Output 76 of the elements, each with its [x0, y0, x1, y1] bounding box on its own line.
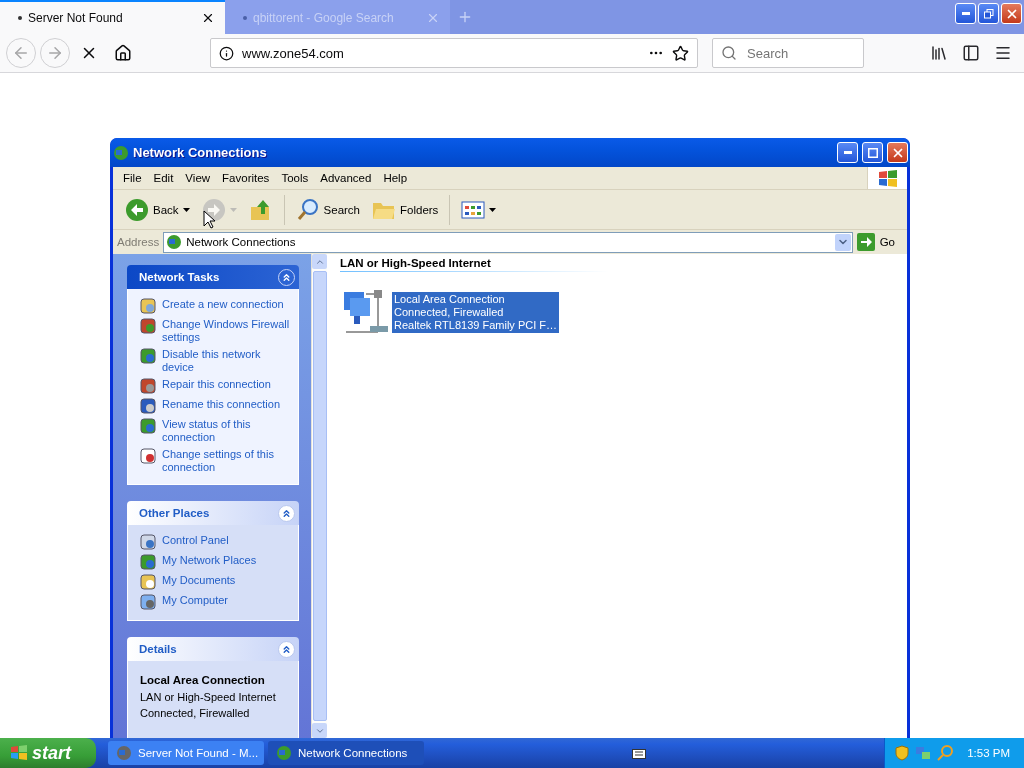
- url-field[interactable]: www.zone54.com: [210, 38, 698, 68]
- search-icon: [295, 197, 320, 222]
- address-label: Address: [117, 236, 160, 248]
- browser-tab[interactable]: Server Not Found: [0, 0, 225, 34]
- views-icon: [461, 200, 486, 219]
- task-link[interactable]: View status of this connection: [162, 418, 292, 444]
- minimize-button[interactable]: [837, 142, 858, 163]
- taskbar-button[interactable]: Server Not Found - M...: [108, 741, 264, 765]
- close-button[interactable]: [887, 142, 908, 163]
- panel-header[interactable]: Other Places: [127, 501, 299, 525]
- home-icon: [114, 44, 132, 62]
- menu-item[interactable]: Favorites: [216, 172, 276, 184]
- window-title: Network Connections: [133, 145, 268, 160]
- menu-item[interactable]: Help: [377, 172, 414, 184]
- maximize-button[interactable]: [862, 142, 883, 163]
- connection-item[interactable]: Local Area Connection Connected, Firewalled Realtek RTL8139 Family PCI F…: [392, 291, 560, 333]
- task-link[interactable]: Repair this connection: [162, 378, 271, 391]
- clock: 1:53 PM: [967, 747, 1010, 759]
- minimize-icon: [843, 151, 852, 154]
- close-button[interactable]: [1001, 3, 1022, 24]
- loading-dot-icon: [18, 16, 22, 20]
- back-button[interactable]: Back: [121, 195, 194, 224]
- caret-icon: [182, 207, 190, 212]
- folders-button[interactable]: Folders: [368, 196, 443, 223]
- windows-flag-icon: [10, 745, 28, 761]
- collapse-icon[interactable]: [278, 268, 295, 286]
- menu-item[interactable]: Tools: [275, 172, 315, 184]
- menu-item[interactable]: Advanced: [314, 172, 378, 184]
- task-link[interactable]: Create a new connection: [162, 298, 284, 311]
- group-heading: LAN or High-Speed Internet: [340, 257, 608, 272]
- details-name: Local Area Connection: [140, 674, 266, 686]
- forward-arrow-icon: [46, 44, 64, 62]
- menu-item[interactable]: View: [179, 172, 217, 184]
- dropdown-button[interactable]: [834, 233, 851, 251]
- search-input[interactable]: Search: [745, 44, 845, 62]
- mouse-pointer-icon: [203, 210, 215, 229]
- restore-icon: [983, 8, 994, 19]
- close-icon[interactable]: [201, 11, 215, 25]
- info-icon: [219, 45, 234, 61]
- search-button[interactable]: Search: [291, 195, 364, 224]
- scrollbar[interactable]: [311, 254, 327, 738]
- task-link[interactable]: My Documents: [162, 574, 236, 587]
- caret-icon: [229, 207, 237, 212]
- menu-item[interactable]: File: [117, 172, 148, 184]
- search-field[interactable]: Search: [712, 38, 864, 68]
- task-link[interactable]: Change Windows Firewall settings: [162, 318, 292, 344]
- sidebar-icon[interactable]: [962, 44, 980, 62]
- task-link[interactable]: Change settings of this connection: [162, 448, 292, 474]
- panel-header[interactable]: Details: [127, 637, 299, 661]
- library-icon[interactable]: [930, 44, 948, 62]
- address-field[interactable]: Network Connections: [163, 231, 853, 253]
- details-line: LAN or High-Speed Internet: [140, 691, 277, 703]
- collapse-icon[interactable]: [278, 504, 295, 522]
- details-line: Connected, Firewalled: [140, 707, 251, 719]
- loading-dot-icon: [243, 16, 247, 20]
- task-link[interactable]: Rename this connection: [162, 398, 280, 411]
- search-icon: [721, 45, 737, 61]
- go-button[interactable]: Go: [856, 233, 903, 251]
- task-link[interactable]: My Network Places: [162, 554, 257, 567]
- menu-item[interactable]: Edit: [147, 172, 180, 184]
- caret-icon: [489, 207, 497, 212]
- panel-header[interactable]: Network Tasks: [127, 265, 299, 289]
- maximize-icon: [867, 147, 878, 158]
- task-link[interactable]: My Computer: [162, 594, 229, 607]
- collapse-icon[interactable]: [278, 640, 295, 658]
- minimize-icon: [961, 12, 970, 15]
- keyboard-icon[interactable]: [632, 747, 647, 759]
- bookmark-star-icon[interactable]: [672, 44, 689, 62]
- task-link[interactable]: Disable this network device: [162, 348, 292, 374]
- start-button[interactable]: start: [0, 738, 96, 768]
- task-link[interactable]: Control Panel: [162, 534, 229, 547]
- taskbar-button[interactable]: Network Connections: [268, 741, 424, 765]
- windows-flag-icon: [877, 169, 898, 187]
- menu-icon[interactable]: [994, 44, 1012, 62]
- minimize-button[interactable]: [955, 3, 976, 24]
- restore-button[interactable]: [978, 3, 999, 24]
